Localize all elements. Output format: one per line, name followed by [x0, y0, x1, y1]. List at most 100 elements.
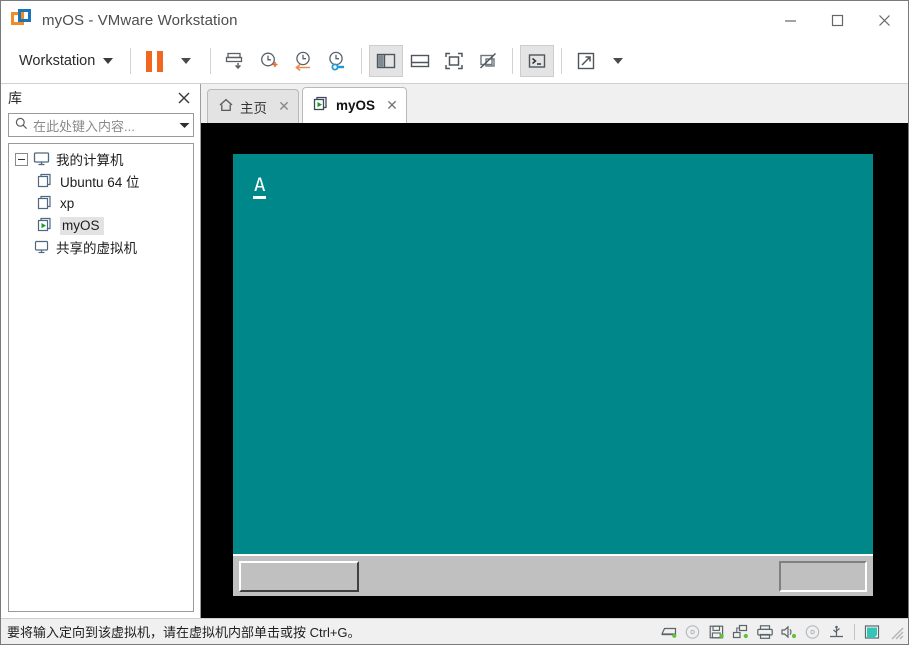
clock-plus-icon	[261, 52, 278, 67]
notes-icon[interactable]	[861, 622, 883, 642]
tree-item-ubuntu[interactable]: Ubuntu 64 位	[9, 170, 193, 192]
tree-item-shared-vms[interactable]: 共享的虚拟机	[9, 236, 193, 258]
tree-item-label: 共享的虚拟机	[56, 241, 137, 256]
tree-item-label: myOS	[60, 216, 104, 235]
optical-drive-icon[interactable]	[802, 622, 824, 642]
maximize-button[interactable]	[814, 1, 861, 39]
tree-item-myos[interactable]: myOS	[9, 214, 193, 236]
chevron-down-icon[interactable]	[175, 122, 193, 129]
vm-console-stage[interactable]: A	[201, 124, 908, 618]
main-toolbar: Workstation	[1, 39, 908, 84]
floppy-icon[interactable]	[706, 622, 728, 642]
vm-pane: 主页 ✕ myOS ✕ A	[201, 84, 908, 618]
vmware-workstation-window: myOS - VMware Workstation Workstation 库 …	[0, 0, 909, 645]
pause-icon	[146, 50, 164, 72]
manage-snapshot-button[interactable]	[218, 45, 252, 77]
shared-vm-icon	[33, 239, 50, 255]
title-bar: myOS - VMware Workstation	[1, 1, 908, 39]
tree-item-xp[interactable]: xp	[9, 192, 193, 214]
library-title: 库	[8, 89, 22, 106]
sound-card-icon[interactable]	[778, 622, 800, 642]
close-button[interactable]	[861, 1, 908, 39]
home-icon	[218, 97, 234, 116]
tab-strip: 主页 ✕ myOS ✕	[201, 84, 908, 124]
chevron-down-icon	[613, 58, 624, 64]
full-screen-button[interactable]	[437, 45, 471, 77]
usb-icon[interactable]	[826, 622, 848, 642]
tree-item-label: xp	[60, 195, 75, 211]
status-bar: 要将输入定向到该虚拟机，请在虚拟机内部单击或按 Ctrl+G。	[1, 618, 908, 644]
vm-running-icon	[313, 96, 330, 115]
cd-dvd-icon[interactable]	[682, 622, 704, 642]
collapse-icon[interactable]	[15, 152, 28, 166]
tab-home[interactable]: 主页 ✕	[207, 89, 299, 123]
tab-myos[interactable]: myOS ✕	[302, 87, 408, 123]
hard-disk-icon[interactable]	[658, 622, 680, 642]
chevron-down-icon	[103, 58, 114, 64]
library-header: 库	[1, 84, 200, 111]
device-status-icons	[658, 622, 904, 642]
console-icon	[529, 54, 546, 68]
search-input[interactable]: 在此处键入内容...	[33, 116, 175, 135]
bottom-panel-icon	[411, 54, 430, 68]
tree-item-label: Ubuntu 64 位	[60, 175, 140, 190]
vm-console-text: A	[254, 174, 266, 196]
toolbar-divider	[561, 48, 563, 74]
vm-library-tree: 我的计算机 Ubuntu 64 位 xp myOS 共享的虚拟机	[8, 143, 194, 612]
show-thumbnail-bar-button[interactable]	[403, 45, 437, 77]
take-snapshot-button[interactable]	[252, 45, 286, 77]
printer-icon[interactable]	[754, 622, 776, 642]
vm-text-cursor	[253, 196, 266, 199]
vm-running-icon	[37, 217, 54, 233]
stretch-dropdown[interactable]	[603, 45, 633, 77]
guest-start-button[interactable]	[239, 560, 359, 592]
chevron-down-icon	[181, 58, 192, 64]
toolbar-divider	[210, 48, 212, 74]
search-icon	[15, 117, 28, 133]
vm-guest-screen[interactable]: A	[233, 154, 873, 554]
minimize-button[interactable]	[767, 1, 814, 39]
guest-system-tray[interactable]	[779, 560, 867, 592]
stretch-guest-button[interactable]	[569, 45, 603, 77]
tab-label: myOS	[336, 98, 376, 113]
suspend-button[interactable]	[138, 45, 169, 77]
library-sidebar: 库 在此处键入内容... 我的计算机 Ubuntu 64 位 xp myOS 共…	[1, 84, 201, 618]
status-divider	[854, 623, 855, 640]
window-title: myOS - VMware Workstation	[42, 11, 238, 29]
close-icon[interactable]: ✕	[277, 98, 291, 115]
fullscreen-icon	[445, 52, 464, 70]
unity-disabled-icon	[480, 52, 497, 69]
vmware-logo-icon	[11, 9, 33, 31]
show-library-button[interactable]	[369, 45, 404, 77]
revert-snapshot-button[interactable]	[286, 45, 320, 77]
workstation-menu-button[interactable]: Workstation	[7, 48, 123, 74]
snapshot-icon	[226, 52, 243, 70]
window-controls	[767, 1, 908, 39]
left-panel-icon	[377, 53, 396, 69]
vm-icon	[37, 195, 54, 211]
snapshot-manager-button[interactable]	[320, 45, 354, 77]
console-view-button[interactable]	[520, 45, 555, 77]
computer-icon	[33, 151, 50, 167]
toolbar-divider	[361, 48, 363, 74]
expand-arrows-icon	[578, 52, 595, 70]
clock-wrench-icon	[329, 51, 345, 71]
vm-icon	[37, 173, 54, 189]
guest-taskbar[interactable]	[233, 554, 873, 596]
clock-back-icon	[295, 51, 311, 72]
tree-item-label: 我的计算机	[56, 153, 124, 168]
status-message: 要将输入定向到该虚拟机，请在虚拟机内部单击或按 Ctrl+G。	[7, 625, 361, 640]
tree-item-my-computer[interactable]: 我的计算机	[9, 148, 193, 170]
toolbar-divider	[130, 48, 132, 74]
power-dropdown[interactable]	[169, 45, 203, 77]
tab-label: 主页	[240, 100, 267, 116]
close-icon[interactable]	[176, 90, 192, 106]
close-icon[interactable]: ✕	[385, 97, 399, 114]
resize-grip-icon[interactable]	[888, 624, 904, 640]
library-search-box[interactable]: 在此处键入内容...	[8, 113, 194, 137]
toolbar-divider	[512, 48, 514, 74]
unity-mode-button[interactable]	[471, 45, 505, 77]
network-adapter-icon[interactable]	[730, 622, 752, 642]
workstation-menu-label: Workstation	[19, 53, 96, 69]
main-body: 库 在此处键入内容... 我的计算机 Ubuntu 64 位 xp myOS 共…	[1, 84, 908, 618]
